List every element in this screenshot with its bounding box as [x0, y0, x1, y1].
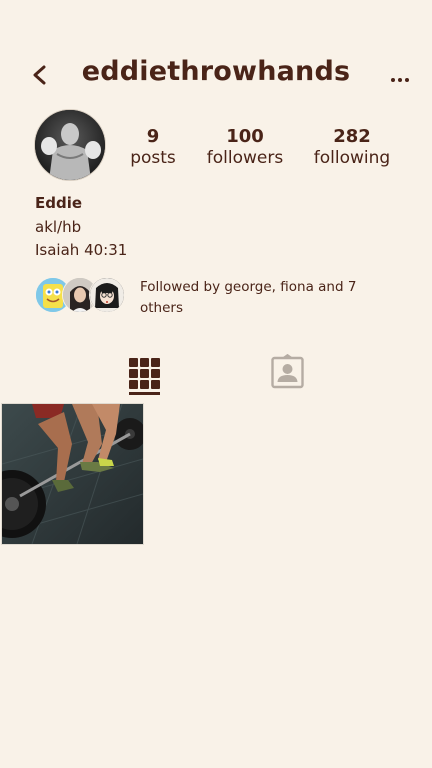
followers-stat[interactable]: 100 followers	[200, 126, 290, 169]
active-tab-indicator	[129, 392, 160, 395]
bio-name: Eddie	[35, 194, 83, 212]
bio-line-2: Isaiah 40:31	[35, 241, 128, 259]
followed-by-text[interactable]: Followed by george, fiona and 7 others	[140, 277, 380, 319]
followers-label: followers	[206, 148, 284, 168]
chevron-left-icon	[33, 65, 46, 85]
deadlift-photo	[2, 404, 143, 544]
followed-by-avatars[interactable]	[35, 277, 125, 313]
posts-stat: 9 posts	[120, 126, 186, 169]
grid-icon	[129, 358, 160, 389]
followers-count: 100	[226, 126, 264, 147]
more-options-button[interactable]	[386, 64, 414, 88]
back-button[interactable]	[26, 58, 54, 92]
follower-avatar-3	[89, 277, 125, 313]
posts-label: posts	[130, 148, 176, 168]
post-thumbnail-1[interactable]	[1, 403, 144, 545]
tagged-person-icon	[271, 353, 304, 389]
following-count: 282	[333, 126, 371, 147]
posts-count: 9	[146, 126, 160, 147]
profile-username: eddiethrowhands	[81, 56, 351, 87]
following-label: following	[313, 148, 391, 168]
ellipsis-icon	[391, 78, 409, 82]
profile-avatar[interactable]	[34, 109, 106, 181]
tab-grid[interactable]	[129, 358, 160, 389]
bio-line-1: akl/hb	[35, 218, 82, 236]
tab-tagged[interactable]	[271, 353, 304, 389]
profile-header: eddiethrowhands	[0, 50, 432, 100]
following-stat[interactable]: 282 following	[308, 126, 396, 169]
boxer-avatar-image	[35, 110, 105, 180]
